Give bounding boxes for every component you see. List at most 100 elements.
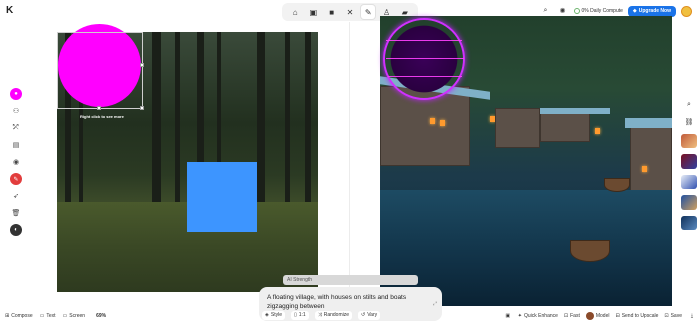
rocket-icon[interactable]: ➶ (10, 190, 22, 202)
zoom-level[interactable]: 69% (96, 313, 106, 319)
ratio-label: 1:1 (298, 312, 306, 318)
randomize-button[interactable]: ⤨ Randomize (314, 310, 353, 320)
screen-tab[interactable]: ▭ Screen (63, 313, 86, 319)
context-hint: Right click to see more (80, 114, 124, 119)
history-thumbnail[interactable] (681, 154, 697, 169)
layout-icon[interactable]: ▣ (504, 312, 512, 320)
image-icon[interactable]: ▣ (306, 5, 320, 19)
model-label: Model (595, 313, 610, 319)
style-button[interactable]: ◈ Style (262, 310, 285, 320)
tree-trunk (305, 32, 311, 222)
compose-label: Compose (11, 313, 33, 319)
settings-icon[interactable]: ◐ (10, 224, 22, 236)
shuffle-icon: ⤨ (317, 312, 322, 318)
left-toolbar: ● ⚇ ⤱ ▤ ◉ ✎ ➶ 🗑 ◐ (7, 88, 25, 238)
history-thumbnail[interactable] (681, 174, 697, 190)
history-thumbnail[interactable] (681, 215, 697, 231)
resize-handle[interactable] (140, 63, 144, 67)
lit-window (440, 120, 445, 126)
tree-trunk (257, 32, 265, 222)
panel-divider[interactable] (349, 22, 350, 302)
fast-button[interactable]: ⊡ Fast (564, 313, 580, 319)
camera-icon[interactable]: ◉ (10, 156, 22, 168)
daily-compute[interactable]: 0% Daily Compute (573, 8, 623, 14)
quick-enhance-label: Quick Enhance (524, 313, 558, 319)
style-icon: ◈ (265, 312, 269, 318)
house-roof (540, 108, 610, 114)
upscale-icon: ⊟ (615, 313, 620, 319)
blue-square-shape[interactable] (187, 162, 257, 232)
sphere-glow-line (386, 58, 464, 59)
sphere-glow-line (386, 40, 462, 41)
video-icon[interactable]: ■ (325, 5, 339, 19)
tree-trunk (175, 32, 180, 222)
randomize-label: Randomize (323, 312, 350, 318)
history-thumbnail[interactable] (681, 195, 697, 210)
trash-icon[interactable]: 🗑 (10, 207, 22, 219)
tree-trunk (152, 32, 161, 222)
home-icon[interactable]: ⌂ (288, 5, 302, 19)
lit-window (642, 166, 647, 172)
compute-label: 0% Daily Compute (581, 8, 623, 14)
right-rail: ⌕ ⛓ (680, 100, 698, 231)
link-icon[interactable]: ⛓ (683, 117, 695, 128)
screen-icon: ▭ (62, 313, 68, 319)
send-to-upscale-label: Send to Upscale (621, 313, 659, 319)
share-icon[interactable]: ⤱ (10, 122, 22, 134)
prompt-actions: ◈ Style ▯ 1:1 ⤨ Randomize ↺ Vary (262, 310, 381, 320)
text-icon: ▭ (39, 313, 45, 319)
ai-strength-slider[interactable]: AI Strength (283, 275, 418, 285)
save-button[interactable]: ⊡ Save (664, 313, 682, 319)
quick-enhance-button[interactable]: ✦ Quick Enhance (518, 313, 558, 319)
stilt-house (495, 108, 540, 148)
compute-ring-icon (573, 8, 580, 14)
boat (570, 240, 610, 262)
expand-icon[interactable]: ⤢ (433, 301, 437, 307)
upgrade-label: Upgrade Now (638, 8, 671, 14)
layer-color-icon[interactable]: ● (10, 88, 22, 100)
zoom-search-icon[interactable]: ⌕ (683, 100, 695, 111)
prompt-text[interactable]: A floating village, with houses on stilt… (267, 293, 434, 311)
selection-box[interactable] (57, 32, 143, 109)
lit-window (430, 118, 435, 124)
brush-icon[interactable]: ✎ (361, 5, 376, 19)
compose-icon: ⊞ (5, 313, 10, 319)
lit-window (595, 128, 600, 134)
fast-label: Fast (570, 313, 580, 319)
ratio-icon: ▯ (293, 312, 297, 318)
save-icon: ⊡ (664, 313, 669, 319)
brush-tool-icon[interactable]: ✎ (10, 173, 22, 185)
vary-button[interactable]: ↺ Vary (358, 310, 381, 320)
upgrade-button[interactable]: ◆ Upgrade Now (627, 5, 676, 17)
house-roof (625, 118, 672, 128)
sparkle-icon: ✦ (517, 313, 522, 319)
send-to-upscale-button[interactable]: ⊟ Send to Upscale (615, 313, 658, 319)
text-tab[interactable]: ▭ Text (40, 313, 56, 319)
model-button[interactable]: Model (585, 312, 610, 320)
ratio-button[interactable]: ▯ 1:1 (290, 310, 309, 320)
style-label: Style (270, 312, 282, 318)
tree-trunk (285, 32, 290, 222)
text-label: Text (46, 313, 56, 319)
app-logo[interactable]: K (6, 6, 16, 16)
people-icon[interactable]: ⚇ (10, 105, 22, 117)
vary-icon: ↺ (361, 312, 366, 318)
image-upload-icon[interactable]: ▤ (10, 139, 22, 151)
history-thumbnail[interactable] (681, 133, 697, 149)
resize-handle[interactable] (97, 106, 101, 110)
enhance-icon[interactable]: ✕ (343, 5, 357, 19)
boat (604, 178, 630, 192)
resize-handle[interactable] (140, 106, 144, 110)
bottom-left-controls: ⊞ Compose ▭ Text ▭ Screen 69% (5, 312, 106, 320)
compose-tab[interactable]: ⊞ Compose (5, 313, 33, 319)
bottom-right-controls: ▣ ✦ Quick Enhance ⊡ Fast Model ⊟ Send to… (504, 312, 696, 320)
glowing-sphere (383, 18, 465, 100)
screen-label: Screen (69, 313, 86, 319)
diamond-icon: ◆ (632, 8, 637, 14)
vary-label: Vary (367, 312, 378, 318)
fast-icon: ⊡ (563, 313, 569, 319)
save-label: Save (670, 313, 682, 319)
stilt-house (540, 112, 590, 142)
download-icon[interactable]: ⤓ (688, 312, 696, 320)
user-avatar[interactable] (681, 5, 692, 17)
